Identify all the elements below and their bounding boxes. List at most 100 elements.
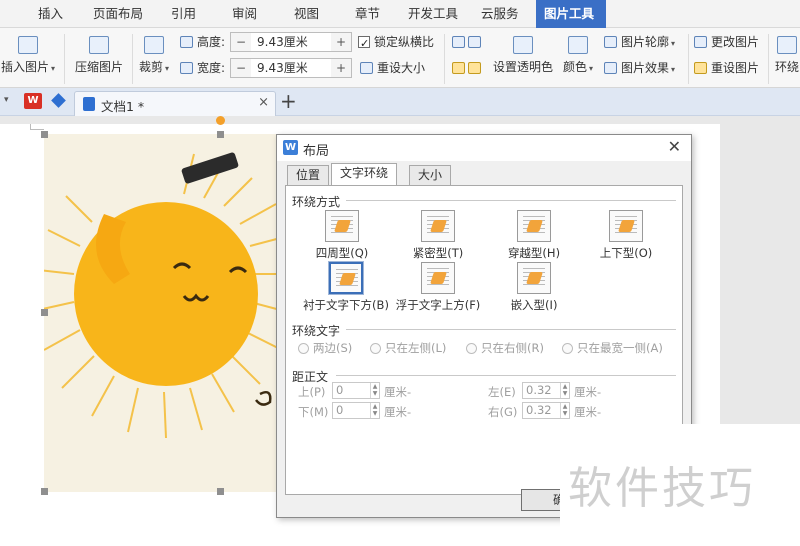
contrast-decrease-button[interactable] [468, 32, 485, 52]
spinner-arrows-icon[interactable]: ▲ ▼ [370, 383, 379, 398]
height-increase-button[interactable]: + [331, 33, 351, 51]
distance-left-input[interactable]: 0.32 ▲ ▼ [522, 382, 570, 399]
width-decrease-button[interactable]: − [231, 59, 251, 77]
sun-illustration [44, 152, 294, 439]
new-tab-icon[interactable]: + [280, 89, 297, 113]
width-spinner[interactable]: − 9.43厘米 + [230, 58, 352, 78]
width-value[interactable]: 9.43厘米 [251, 59, 308, 77]
dialog-title-bar: W 布局 ✕ [277, 135, 691, 161]
change-picture-button[interactable]: 更改图片 [694, 32, 759, 52]
menu-tab-picture-tools[interactable]: 图片工具 [536, 0, 606, 28]
wrap-option-through[interactable]: 穿越型(H) [494, 210, 574, 261]
tab-position[interactable]: 位置 [287, 165, 330, 185]
distance-right-input[interactable]: 0.32 ▲ ▼ [522, 402, 570, 419]
wps-writer-icon: W [283, 140, 298, 155]
watermark-text: 软件技巧 [568, 463, 756, 514]
wrap-both-sides-radio[interactable]: 两边(S) [298, 340, 352, 356]
tab-size[interactable]: 大小 [409, 165, 452, 185]
distance-right-label: 右(G) [488, 405, 518, 419]
spinner-arrows-icon[interactable]: ▲ ▼ [560, 383, 569, 398]
dropdown-caret-icon: ▾ [51, 64, 56, 73]
menu-tab-page-layout[interactable]: 页面布局 [93, 0, 143, 28]
brightness-decrease-button[interactable] [468, 58, 485, 78]
contrast-button[interactable] [452, 32, 469, 52]
ribbon-separator [688, 34, 689, 84]
height-label: 高度: [180, 32, 225, 52]
height-spinner[interactable]: − 9.43厘米 + [230, 32, 352, 52]
menu-tab-references[interactable]: 引用 [171, 0, 196, 28]
ribbon-toolbar: 插入图片 ▾ 压缩图片 裁剪 ▾ 高度: − 9.43厘米 + 宽度: − 9.43… [0, 28, 800, 88]
menu-tab-insert[interactable]: 插入 [38, 0, 63, 28]
close-icon[interactable]: ✕ [668, 137, 681, 156]
width-increase-button[interactable]: + [331, 59, 351, 77]
wrap-option-square[interactable]: 四周型(Q) [302, 210, 382, 261]
rotate-handle[interactable] [216, 116, 225, 125]
wrap-option-label: 浮于文字上方(F) [395, 298, 481, 312]
wrap-right-only-radio[interactable]: 只在右侧(R) [466, 340, 544, 356]
chevron-down-icon[interactable]: ▾ [4, 95, 9, 105]
spinner-arrows-icon[interactable]: ▲ ▼ [560, 403, 569, 418]
reset-picture-button[interactable]: 重设图片 [694, 58, 759, 78]
wrap-behind-text-icon [328, 261, 364, 295]
menu-tab-developer[interactable]: 开发工具 [408, 0, 458, 28]
lock-aspect-ratio-checkbox[interactable]: 锁定纵横比 [358, 32, 434, 54]
compress-icon [89, 36, 109, 54]
menu-tab-review[interactable]: 审阅 [232, 0, 257, 28]
distance-top-input[interactable]: 0 ▲ ▼ [332, 382, 380, 399]
picture-outline-label: 图片轮廓 [621, 35, 670, 49]
distance-heading: 距正文 [292, 370, 329, 384]
wrap-left-only-label: 只在左侧(L) [385, 341, 447, 355]
distance-bottom-input[interactable]: 0 ▲ ▼ [332, 402, 380, 419]
resize-handle-bottom-mid[interactable] [217, 488, 224, 495]
menu-tab-chapter[interactable]: 章节 [355, 0, 380, 28]
distance-left-label: 左(E) [488, 385, 516, 399]
resize-handle-top-mid[interactable] [217, 131, 224, 138]
document-tab[interactable]: 文档1 * × [74, 91, 276, 116]
distance-left-value: 0.32 [526, 383, 552, 397]
wrap-option-label: 上下型(O) [599, 246, 653, 260]
picture-effect-button[interactable]: 图片效果 ▾ [604, 58, 675, 78]
close-tab-icon[interactable]: × [258, 95, 269, 110]
spinner-arrows-icon[interactable]: ▲ ▼ [370, 403, 379, 418]
resize-handle-mid-left[interactable] [41, 309, 48, 316]
menu-bar: 插入 页面布局 引用 审阅 视图 章节 开发工具 云服务 图片工具 [0, 0, 800, 28]
brightness-button[interactable] [452, 58, 469, 78]
tab-text-wrapping[interactable]: 文字环绕 [331, 163, 398, 186]
reset-size-icon [360, 62, 373, 74]
menu-tab-cloud[interactable]: 云服务 [481, 0, 519, 28]
crop-icon [144, 36, 164, 54]
insert-picture-button[interactable]: 插入图片 ▾ [0, 34, 60, 82]
picture-effect-label: 图片效果 [621, 61, 670, 75]
color-button[interactable]: 颜色 ▾ [558, 34, 598, 82]
wrap-through-icon [517, 210, 551, 242]
resize-handle-bottom-left[interactable] [41, 488, 48, 495]
picture-outline-button[interactable]: 图片轮廓 ▾ [604, 32, 675, 52]
reset-size-button[interactable]: 重设大小 [360, 58, 425, 78]
radio-icon [466, 343, 477, 354]
set-transparent-color-button[interactable]: 设置透明色 [490, 34, 556, 82]
compress-picture-button[interactable]: 压缩图片 [70, 34, 128, 82]
height-decrease-button[interactable]: − [231, 33, 251, 51]
wrap-option-inline[interactable]: 嵌入型(I) [494, 262, 574, 313]
wrap-option-label: 穿越型(H) [507, 246, 561, 260]
sun-picture[interactable] [44, 134, 300, 492]
wrap-both-sides-label: 两边(S) [313, 341, 353, 355]
crop-button[interactable]: 裁剪 ▾ [134, 34, 174, 82]
distance-bottom-label: 下(M) [298, 405, 329, 419]
resize-handle-top-left[interactable] [41, 131, 48, 138]
wrap-button[interactable]: 环绕 [770, 34, 800, 82]
wrap-option-top-bottom[interactable]: 上下型(O) [586, 210, 666, 261]
menu-tab-view[interactable]: 视图 [294, 0, 319, 28]
height-value[interactable]: 9.43厘米 [251, 33, 308, 51]
effect-icon [604, 62, 617, 74]
cube-icon[interactable] [51, 93, 66, 108]
wrap-option-in-front-of-text[interactable]: 浮于文字上方(F) [390, 262, 486, 313]
wrap-option-tight[interactable]: 紧密型(T) [398, 210, 478, 261]
wps-logo-icon[interactable]: W [24, 93, 42, 109]
change-picture-icon [694, 36, 707, 48]
wrap-left-only-radio[interactable]: 只在左侧(L) [370, 340, 446, 356]
wrap-largest-side-radio[interactable]: 只在最宽一侧(A) [562, 340, 663, 356]
wrap-option-behind-text[interactable]: 衬于文字下方(B) [298, 261, 394, 313]
ribbon-separator [64, 34, 65, 84]
dropdown-caret-icon: ▾ [671, 39, 676, 48]
